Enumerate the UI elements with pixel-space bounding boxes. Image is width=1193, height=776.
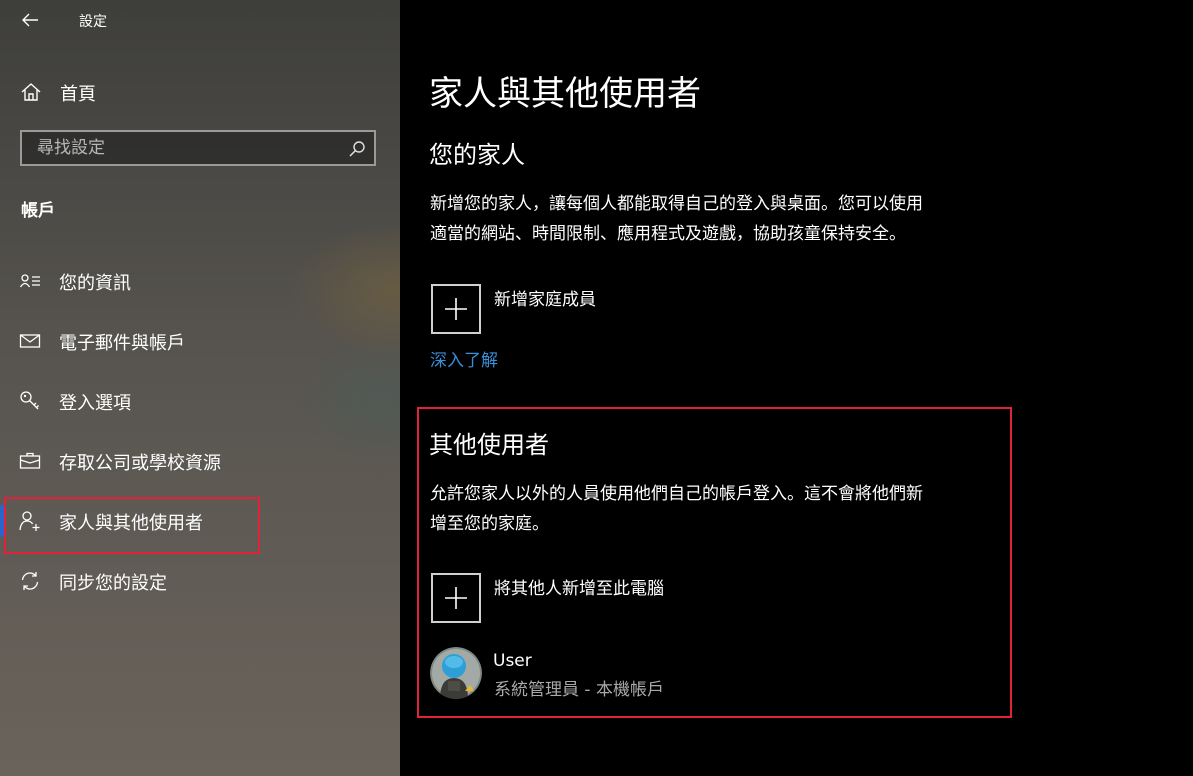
learn-more-link[interactable]: 深入了解 (430, 346, 498, 371)
other-users-description-line: 增至您的家庭。 (430, 514, 549, 534)
add-family-member-label[interactable]: 新增家庭成員 (494, 285, 596, 310)
sidebar-item-label: 存取公司或學校資源 (59, 453, 221, 474)
back-arrow-icon (22, 13, 38, 27)
sidebar-item-your-info[interactable]: 您的資訊 (0, 259, 400, 303)
user-avatar-icon (430, 647, 482, 699)
add-other-user-button[interactable] (431, 573, 481, 623)
sync-icon (21, 572, 39, 590)
sidebar: 設定 首頁 帳戶 您的資訊 (0, 0, 400, 776)
sidebar-item-label: 電子郵件與帳戶 (59, 333, 185, 354)
other-users-heading: 其他使用者 (429, 431, 549, 459)
search-input[interactable] (22, 132, 342, 164)
mail-icon (19, 334, 41, 348)
selection-indicator (0, 505, 4, 537)
home-icon (21, 83, 41, 101)
plus-icon (445, 587, 467, 609)
other-users-description: 允許您家人以外的人員使用他們自己的帳戶登入。這不會將他們新 增至您的家庭。 (430, 479, 923, 539)
section-title: 帳戶 (21, 201, 55, 221)
add-other-user-label[interactable]: 將其他人新增至此電腦 (494, 574, 664, 599)
sidebar-item-access-work-school[interactable]: 存取公司或學校資源 (0, 439, 400, 483)
sidebar-item-label: 家人與其他使用者 (59, 513, 203, 534)
sidebar-item-label: 您的資訊 (59, 273, 131, 294)
family-description: 新增您的家人，讓每個人都能取得自己的登入與桌面。您可以使用 適當的網站、時間限制… (430, 189, 923, 249)
back-button[interactable] (10, 4, 50, 36)
sidebar-item-label: 同步您的設定 (59, 573, 167, 594)
sidebar-item-label: 首頁 (60, 84, 96, 105)
family-description-line: 適當的網站、時間限制、應用程式及遊戲，協助孩童保持安全。 (430, 224, 906, 244)
add-person-icon (19, 511, 40, 531)
sidebar-item-sign-in-options[interactable]: 登入選項 (0, 379, 400, 423)
sidebar-item-email-accounts[interactable]: 電子郵件與帳戶 (0, 319, 400, 363)
search-icon[interactable] (348, 140, 366, 158)
main-content: 家人與其他使用者 您的家人 新增您的家人，讓每個人都能取得自己的登入與桌面。您可… (400, 0, 1193, 776)
key-icon (20, 391, 39, 410)
user-account-item[interactable]: User 系統管理員 - 本機帳戶 (430, 645, 990, 703)
other-users-description-line: 允許您家人以外的人員使用他們自己的帳戶登入。這不會將他們新 (430, 484, 923, 504)
sidebar-item-sync-settings[interactable]: 同步您的設定 (0, 559, 400, 603)
sidebar-item-home[interactable]: 首頁 (0, 70, 400, 112)
user-name: User (493, 651, 532, 671)
avatar (430, 647, 482, 699)
briefcase-icon (19, 452, 41, 469)
family-heading: 您的家人 (429, 141, 525, 169)
sidebar-item-label: 登入選項 (59, 393, 131, 414)
sidebar-item-family-other-users[interactable]: 家人與其他使用者 (0, 499, 400, 543)
contact-info-icon (19, 274, 40, 288)
plus-icon (445, 298, 467, 320)
search-box (20, 130, 376, 166)
add-family-member-button[interactable] (431, 284, 481, 334)
page-title: 家人與其他使用者 (429, 74, 701, 114)
family-description-line: 新增您的家人，讓每個人都能取得自己的登入與桌面。您可以使用 (430, 194, 923, 214)
user-account-type: 系統管理員 - 本機帳戶 (494, 680, 664, 700)
app-title: 設定 (79, 14, 107, 30)
settings-window: 設定 首頁 帳戶 您的資訊 (0, 0, 1193, 776)
